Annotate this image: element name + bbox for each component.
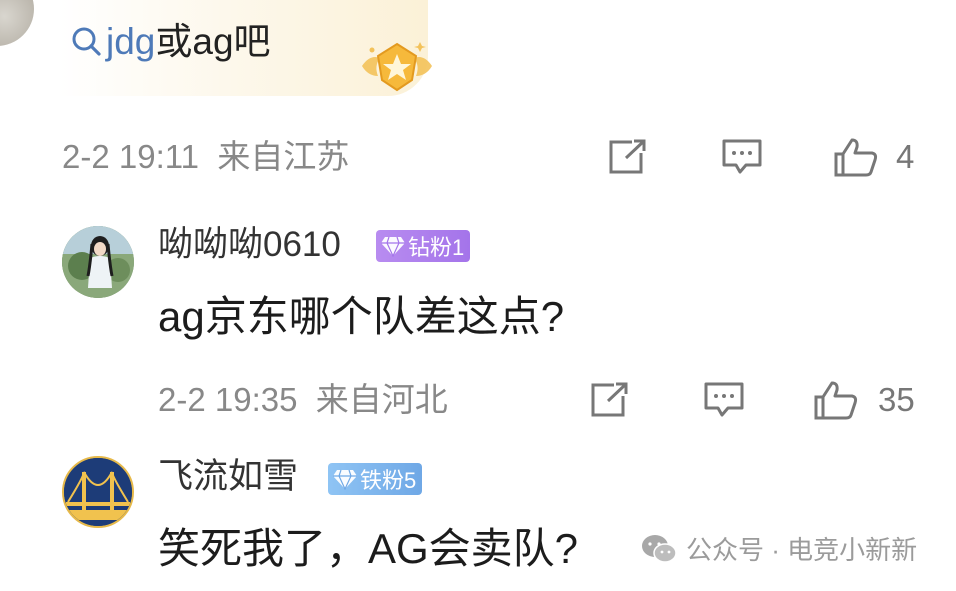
bridge-logo-icon <box>64 458 132 526</box>
comment-text: ag京东哪个队差这点? <box>158 293 565 340</box>
thumbs-up-icon[interactable] <box>812 380 860 420</box>
watermark: 公众号 · 电竞小新新 <box>640 530 917 567</box>
badge-label: 铁粉5 <box>360 468 417 493</box>
avatar[interactable] <box>62 456 134 528</box>
avatar-image <box>62 226 134 298</box>
badge-label: 钻粉1 <box>408 235 465 260</box>
diamond-icon <box>381 236 405 257</box>
search-query[interactable]: jdg <box>106 18 155 66</box>
watermark-text: 公众号 · 电竞小新新 <box>686 535 918 565</box>
comment-meta: 2-2 19:35 来自河北 35 <box>0 378 956 422</box>
username[interactable]: 呦呦呦0610 <box>158 222 341 268</box>
avatar[interactable] <box>62 226 134 298</box>
fan-level-badge: 铁粉5 <box>328 463 423 495</box>
vip-emblem-icon <box>362 42 432 92</box>
comment-text: 或ag吧 <box>155 21 271 62</box>
comment-meta: 2-2 19:11 来自江苏 4 <box>0 135 956 179</box>
fan-level-badge: 钻粉1 <box>376 230 471 262</box>
diamond-icon <box>333 469 357 490</box>
comment-text: 笑死我了，AG会卖队? <box>158 525 579 572</box>
wechat-icon <box>642 534 677 563</box>
thumbs-up-icon[interactable] <box>832 137 880 177</box>
comment-icon[interactable] <box>720 137 764 177</box>
comment-time: 2-2 19:35 来自河北 <box>158 381 448 418</box>
share-icon[interactable] <box>606 137 650 177</box>
search-link[interactable]: jdg 或ag吧 <box>70 18 271 66</box>
share-icon[interactable] <box>588 380 632 420</box>
comment-time: 2-2 19:11 来自江苏 <box>62 138 350 175</box>
like-count: 35 <box>878 381 915 418</box>
avatar[interactable] <box>0 0 34 46</box>
username[interactable]: 飞流如雪 <box>158 454 298 500</box>
comment-icon[interactable] <box>702 380 746 420</box>
comment-thread: jdg 或ag吧 2-2 19:11 来自江苏 4 呦呦呦0610 钻粉1 ag… <box>0 0 956 591</box>
like-count: 4 <box>896 138 915 175</box>
search-icon <box>70 25 104 59</box>
